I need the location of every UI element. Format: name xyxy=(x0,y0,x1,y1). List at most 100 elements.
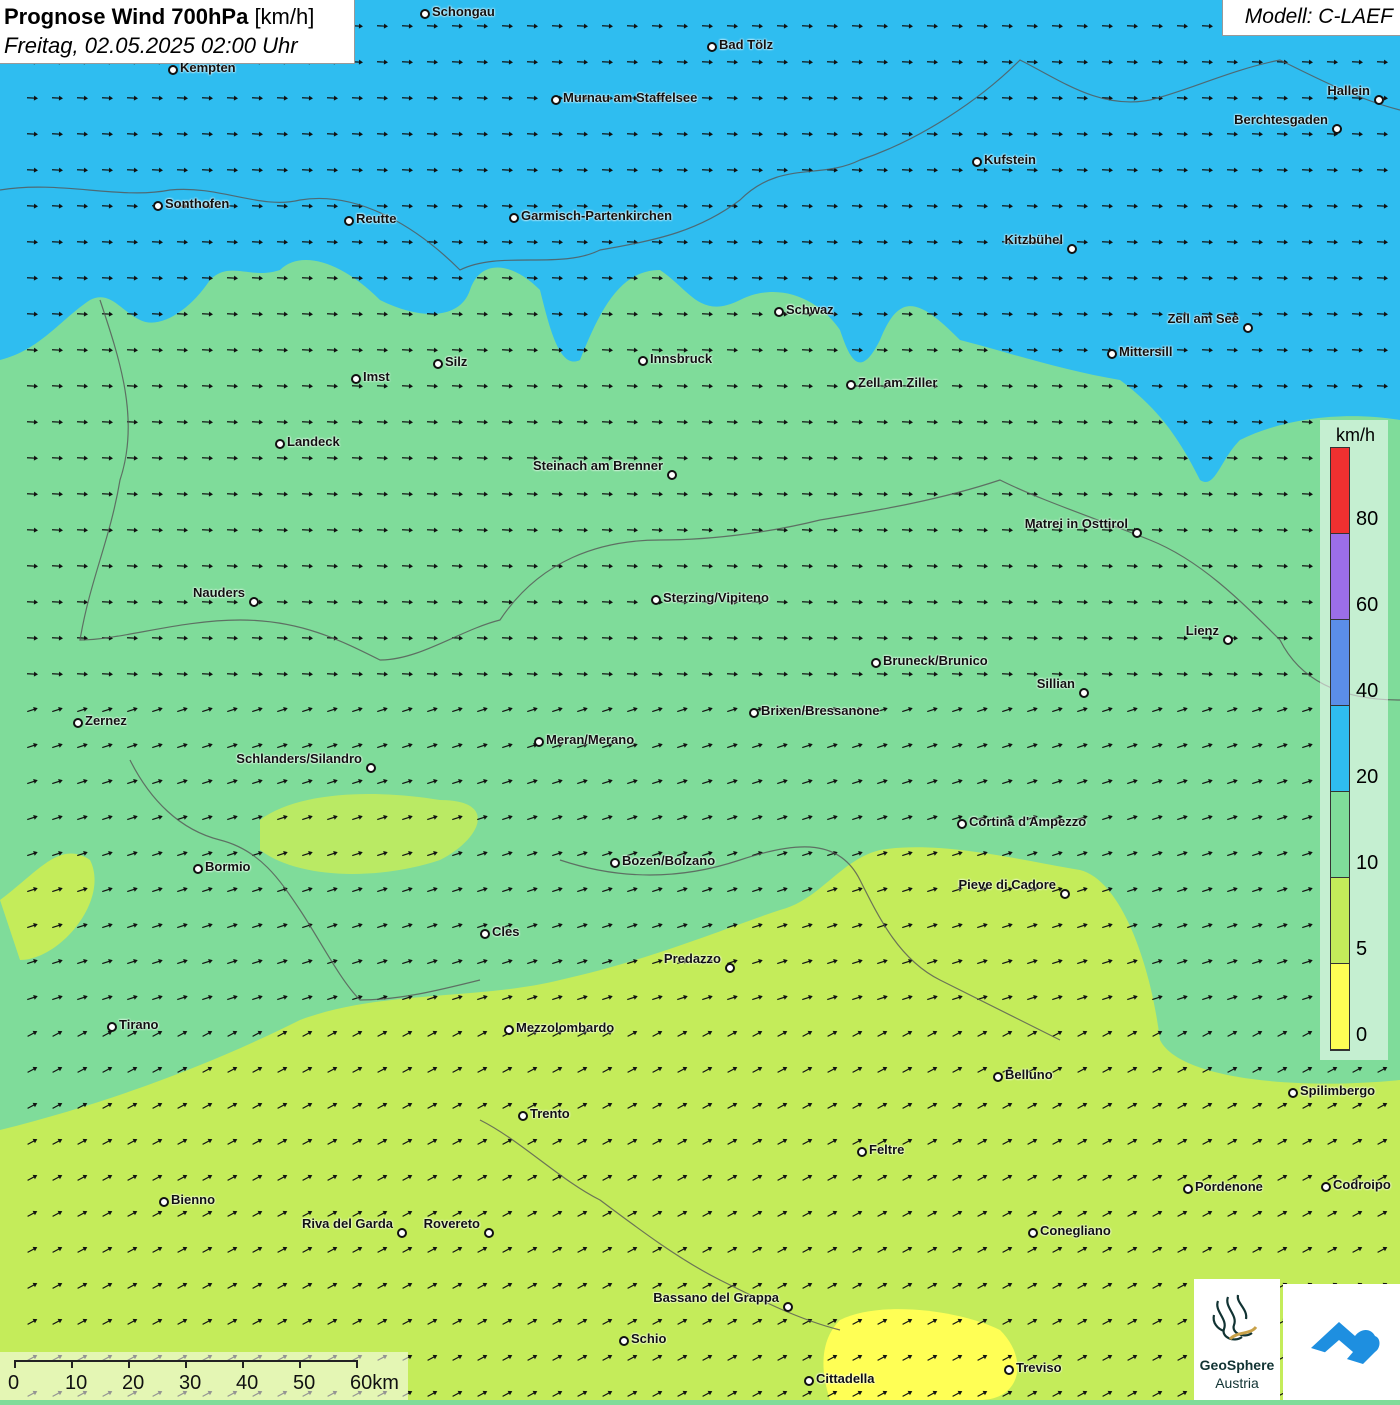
legend-segment xyxy=(1331,792,1349,878)
title-unit: [km/h] xyxy=(254,4,314,29)
scale-tick xyxy=(242,1360,244,1368)
city-label: Mittersill xyxy=(1119,344,1172,359)
model-label: Modell: C-LAEF xyxy=(1245,5,1393,29)
city-label: Predazzo xyxy=(664,951,721,966)
city-label: Schio xyxy=(631,1331,666,1346)
city-marker xyxy=(1288,1088,1298,1098)
city-marker xyxy=(193,864,203,874)
city-marker xyxy=(1243,323,1253,333)
city-label: Brixen/Bressanone xyxy=(761,703,880,718)
city-label: Kufstein xyxy=(984,152,1036,167)
scale-label: 0 xyxy=(8,1372,19,1395)
city-marker xyxy=(957,819,967,829)
app-cloud-icon xyxy=(1283,1284,1400,1400)
city-marker xyxy=(619,1336,629,1346)
city-marker xyxy=(551,95,561,105)
city-marker xyxy=(707,42,717,52)
city-label: Pieve di Cadore xyxy=(958,877,1056,892)
city-label: Pordenone xyxy=(1195,1179,1263,1194)
legend-color-bar xyxy=(1330,447,1350,1051)
city-marker xyxy=(397,1228,407,1238)
city-label: Treviso xyxy=(1016,1360,1062,1375)
city-marker xyxy=(433,359,443,369)
city-label: Trento xyxy=(530,1106,570,1121)
scale-tick xyxy=(356,1360,358,1368)
city-label: Kempten xyxy=(180,60,236,75)
city-label: Schwaz xyxy=(786,302,834,317)
city-label: Riva del Garda xyxy=(302,1216,393,1231)
city-marker xyxy=(518,1111,528,1121)
legend-tick-label: 0 xyxy=(1356,1024,1367,1047)
legend-segment xyxy=(1331,706,1349,792)
scale-label: 30 xyxy=(179,1372,201,1395)
city-marker xyxy=(1079,688,1089,698)
city-label: Garmisch-Partenkirchen xyxy=(521,208,672,223)
city-label: Nauders xyxy=(193,585,245,600)
city-marker xyxy=(749,708,759,718)
city-marker xyxy=(651,595,661,605)
city-label: Bienno xyxy=(171,1192,215,1207)
city-label: Rovereto xyxy=(424,1216,480,1231)
city-marker xyxy=(1107,349,1117,359)
city-marker xyxy=(638,356,648,366)
city-marker xyxy=(1067,244,1077,254)
city-marker xyxy=(1028,1228,1038,1238)
model-box: Modell: C-LAEF xyxy=(1222,0,1400,36)
city-label: Zell am See xyxy=(1167,311,1239,326)
city-marker xyxy=(871,658,881,668)
city-marker xyxy=(249,597,259,607)
city-marker xyxy=(783,1302,793,1312)
city-label: Bad Tölz xyxy=(719,37,773,52)
city-label: Codroipo xyxy=(1333,1177,1391,1192)
scale-label: 50 xyxy=(293,1372,315,1395)
app-logo xyxy=(1283,1284,1400,1400)
city-marker xyxy=(972,157,982,167)
city-label: Steinach am Brenner xyxy=(533,458,663,473)
city-label: Reutte xyxy=(356,211,396,226)
city-marker xyxy=(1321,1182,1331,1192)
geosphere-line2: Austria xyxy=(1194,1375,1280,1391)
city-label: Spilimbergo xyxy=(1300,1083,1375,1098)
scale-tick xyxy=(14,1360,16,1368)
city-label: Murnau am Staffelsee xyxy=(563,90,697,105)
city-marker xyxy=(420,9,430,19)
city-label: Bruneck/Brunico xyxy=(883,653,988,668)
city-marker xyxy=(857,1147,867,1157)
legend-tick-label: 60 xyxy=(1356,594,1378,617)
city-label: Bormio xyxy=(205,859,251,874)
city-marker xyxy=(159,1197,169,1207)
title-box: Prognose Wind 700hPa [km/h] Freitag, 02.… xyxy=(0,0,355,64)
scale-label: 20 xyxy=(122,1372,144,1395)
color-legend: km/h 806040201050 xyxy=(1320,420,1388,1060)
city-marker xyxy=(344,216,354,226)
city-label: Lienz xyxy=(1186,623,1219,638)
city-marker xyxy=(153,201,163,211)
legend-segment xyxy=(1331,964,1349,1050)
city-marker xyxy=(73,718,83,728)
city-marker xyxy=(534,737,544,747)
legend-segment xyxy=(1331,448,1349,534)
legend-segment xyxy=(1331,878,1349,964)
city-marker xyxy=(351,374,361,384)
legend-segment xyxy=(1331,620,1349,706)
scale-tick xyxy=(185,1360,187,1368)
city-marker xyxy=(1374,95,1384,105)
city-label: Sonthofen xyxy=(165,196,229,211)
city-label: Tirano xyxy=(119,1017,159,1032)
city-marker xyxy=(1183,1184,1193,1194)
city-marker xyxy=(275,439,285,449)
city-label: Bozen/Bolzano xyxy=(622,853,715,868)
city-label: Zernez xyxy=(85,713,127,728)
map-title: Prognose Wind 700hPa xyxy=(4,4,248,29)
city-marker xyxy=(804,1376,814,1386)
city-label: Imst xyxy=(363,369,390,384)
scale-label: 40 xyxy=(236,1372,258,1395)
city-label: Matrei in Osttirol xyxy=(1025,516,1128,531)
city-label: Innsbruck xyxy=(650,351,712,366)
city-marker xyxy=(504,1025,514,1035)
forecast-date: Freitag, 02.05.2025 02:00 Uhr xyxy=(4,33,298,59)
city-label: Zell am Ziller xyxy=(858,375,937,390)
city-marker xyxy=(667,470,677,480)
city-label: Hallein xyxy=(1327,83,1370,98)
city-marker xyxy=(610,858,620,868)
